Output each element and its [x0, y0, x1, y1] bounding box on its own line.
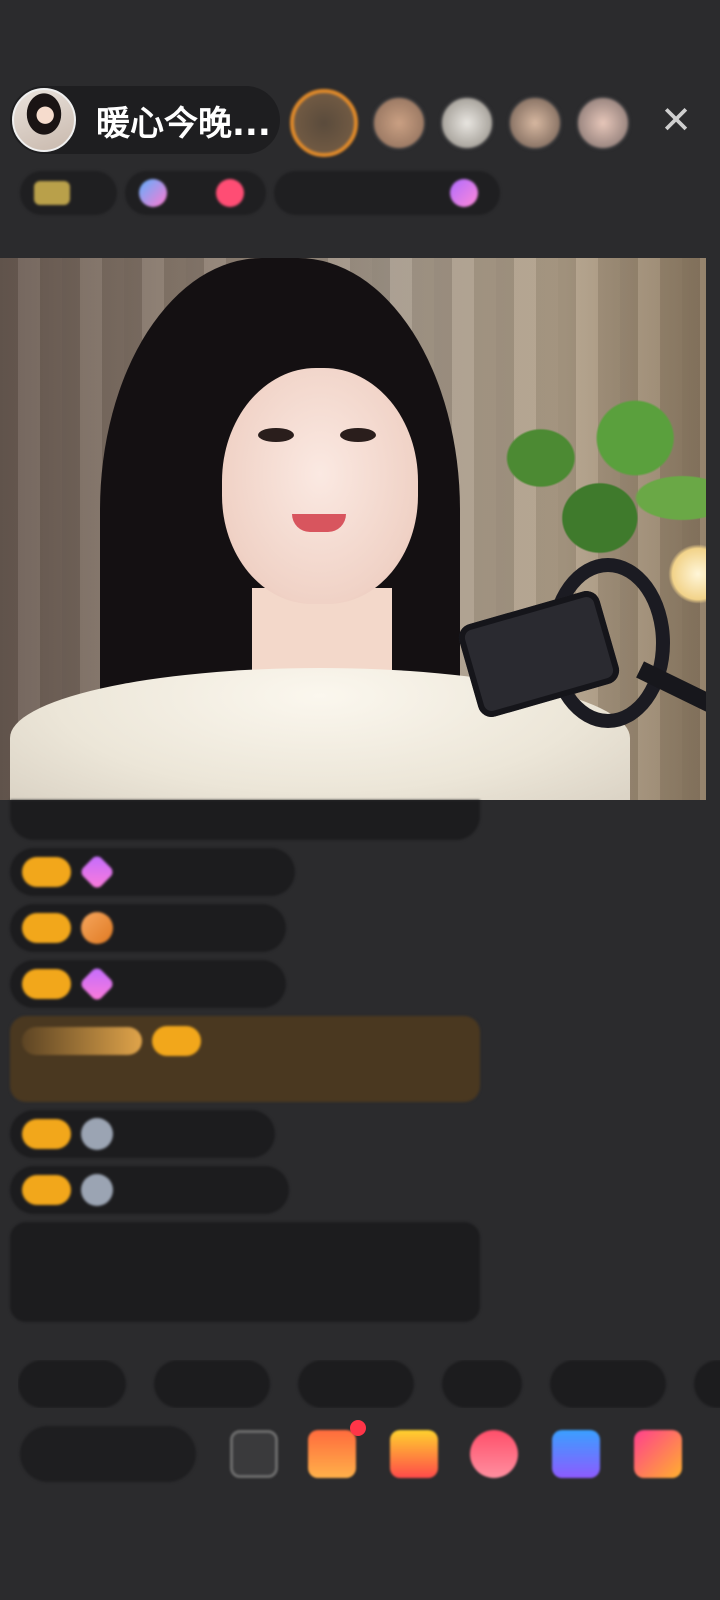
message-text	[194, 1124, 263, 1145]
reply-target[interactable]	[194, 1180, 228, 1201]
quick-chip[interactable]	[694, 1360, 720, 1408]
chat-message[interactable]	[10, 848, 295, 896]
viewer-avatar[interactable]	[508, 96, 562, 150]
heart-icon	[216, 179, 245, 207]
username[interactable]	[123, 862, 169, 883]
quick-chip[interactable]	[154, 1360, 270, 1408]
fan-club-icon[interactable]	[470, 1430, 518, 1478]
viewer-avatar[interactable]	[440, 96, 494, 150]
level-badge	[22, 1119, 71, 1149]
live-video[interactable]	[0, 258, 706, 800]
fans-icon	[139, 179, 168, 207]
activity-icon	[449, 179, 478, 207]
host-avatar[interactable]	[12, 88, 76, 152]
username[interactable]	[123, 918, 192, 939]
username[interactable]	[211, 1031, 251, 1052]
username[interactable]	[123, 1180, 180, 1201]
chat-message[interactable]	[10, 960, 287, 1008]
bottom-toolbar	[20, 1420, 700, 1484]
notification-dot	[350, 1420, 366, 1436]
quick-chip[interactable]	[18, 1360, 126, 1408]
chat-message[interactable]	[10, 1110, 275, 1158]
level-badge	[22, 1175, 71, 1205]
fan-icon	[80, 912, 113, 944]
quick-chip[interactable]	[550, 1360, 666, 1408]
user-avatar-icon	[80, 1118, 113, 1150]
message-text	[22, 1058, 468, 1092]
gift-icon[interactable]	[390, 1430, 438, 1478]
chat-list[interactable]	[10, 800, 490, 1322]
info-strip	[20, 170, 688, 216]
message-text	[242, 1180, 276, 1201]
diamond-icon	[78, 965, 115, 1003]
microphone	[455, 558, 706, 728]
activity-pill[interactable]	[274, 171, 500, 215]
game-icon[interactable]	[552, 1430, 600, 1478]
user-avatar-icon	[80, 1174, 113, 1206]
username[interactable]	[123, 1124, 180, 1145]
host-name: 暖心今晚...	[96, 103, 271, 144]
viewer-avatar[interactable]	[372, 96, 426, 150]
level-badge	[22, 969, 71, 999]
chat-message[interactable]	[10, 904, 287, 952]
message-text	[183, 974, 275, 995]
viewer-avatar[interactable]	[576, 96, 630, 150]
more-icon[interactable]	[230, 1430, 278, 1478]
quick-chip[interactable]	[298, 1360, 414, 1408]
level-badge	[22, 857, 71, 887]
close-icon[interactable]: ✕	[656, 100, 696, 140]
message-text	[206, 918, 275, 939]
message-text	[248, 862, 282, 883]
streamer-face	[222, 368, 418, 604]
rank-icon	[34, 181, 70, 205]
streamer-eye	[258, 428, 294, 442]
task-box-icon[interactable]	[308, 1430, 356, 1478]
comment-input[interactable]	[20, 1426, 196, 1482]
streamer-eye	[340, 428, 376, 442]
message-text	[265, 1031, 322, 1052]
quick-chip[interactable]	[442, 1360, 522, 1408]
fans-pill[interactable]	[125, 171, 267, 215]
chat-message[interactable]	[10, 800, 480, 840]
system-notice	[10, 1222, 480, 1322]
host-info-card[interactable]: 暖心今晚...	[10, 86, 280, 154]
viewer-avatar[interactable]	[290, 89, 358, 157]
live-stream-screen: 暖心今晚... ✕	[0, 0, 720, 1600]
quick-reply-chips	[18, 1360, 720, 1408]
diamond-icon	[78, 853, 115, 891]
rank-pill[interactable]	[20, 171, 118, 215]
level-badge	[22, 913, 71, 943]
shop-icon[interactable]	[634, 1430, 682, 1478]
chat-message[interactable]	[10, 1166, 289, 1214]
level-badge	[152, 1026, 201, 1056]
gift-message[interactable]	[10, 1016, 480, 1102]
top-viewers-list	[290, 88, 644, 158]
vip-level-tag	[22, 1027, 142, 1055]
reply-target[interactable]	[183, 862, 235, 883]
username[interactable]	[123, 974, 169, 995]
